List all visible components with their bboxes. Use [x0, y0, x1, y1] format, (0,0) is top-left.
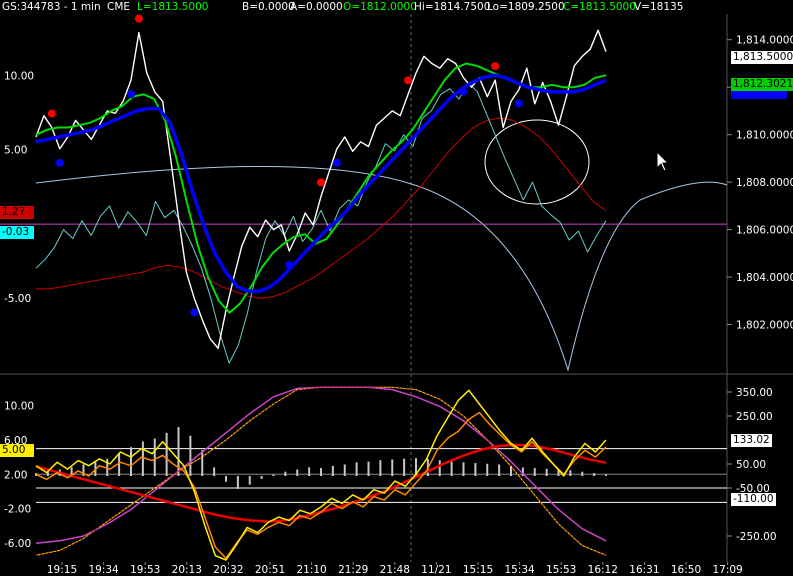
signal-dot-red	[404, 76, 413, 85]
time-tick-label: 11/21	[421, 564, 451, 576]
right-tick-label: 1,806.0000	[736, 225, 793, 237]
last-price-label: L=1813.5000	[137, 1, 209, 13]
volume-label: V=18135	[634, 1, 684, 13]
time-tick-label: 21:10	[296, 564, 326, 576]
lower-left-tick-label: -2.00	[4, 504, 31, 516]
low-label: Lo=1809.2500	[487, 1, 565, 13]
signal-dot-red	[47, 109, 56, 118]
time-tick-label: 15:53	[546, 564, 576, 576]
right-tick-label: 1,814.0000	[736, 35, 793, 47]
signal-dot-blue	[55, 158, 64, 167]
symbol-label: GS:344783 - 1 min	[2, 1, 101, 13]
signal-dot-red	[491, 62, 500, 71]
open-label: O=1812.0000	[343, 1, 417, 13]
lower-right-top-tag: 133.02	[731, 434, 772, 447]
time-tick-label: 19:34	[88, 564, 119, 576]
lower-left-tick-label: 2.00	[4, 469, 27, 481]
lower-right-tick-label: 250.00	[736, 411, 773, 423]
time-tick-label: 17:09	[712, 564, 742, 576]
left-tick-label: 5.00	[4, 145, 27, 157]
signal-dot-blue	[332, 158, 341, 167]
close-label: C=1813.5000	[563, 1, 636, 13]
right-tick-label: 1,802.0000	[736, 320, 793, 332]
left-cyan-tag: -0.03	[0, 226, 34, 239]
signal-dot-red	[134, 14, 143, 23]
time-tick-label: 16:50	[671, 564, 701, 576]
left-tick-label: 10.00	[4, 70, 34, 82]
time-tick-label: 21:48	[380, 564, 410, 576]
lower-right-bottom-tag: -110.00	[731, 493, 776, 506]
lower-right-tick-label: 350.00	[736, 387, 773, 399]
signal-dot-blue	[514, 99, 523, 108]
time-tick-label: 20:32	[213, 564, 243, 576]
time-tick-label: 15:34	[504, 564, 535, 576]
lower-right-tick-label: -250.00	[736, 531, 777, 543]
high-label: Hi=1814.7500	[414, 1, 491, 13]
left-tick-label: -5.00	[4, 293, 31, 305]
time-tick-label: 16:12	[588, 564, 618, 576]
time-tick-label: 19:15	[47, 564, 77, 576]
lower-left-tick-label: -6.00	[4, 538, 31, 550]
exchange-label: CME	[107, 1, 131, 13]
bid-label: B=0.0000	[242, 1, 295, 13]
time-tick-label: 20:51	[255, 564, 285, 576]
time-tick-label: 20:13	[172, 564, 202, 576]
mouse-pointer-icon	[656, 151, 670, 172]
time-tick-label: 21:29	[338, 564, 368, 576]
signal-dot-blue	[285, 260, 294, 269]
last-price-tag: 1,813.5000	[731, 51, 793, 64]
signal-dot-red	[317, 178, 325, 187]
left-red-tag: 1.27	[0, 206, 34, 219]
signal-dot-blue	[459, 87, 468, 96]
ask-label: A=0.0000	[290, 1, 343, 13]
time-tick-label: 15:15	[463, 564, 493, 576]
right-tick-label: 1,808.0000	[736, 177, 793, 189]
lower-right-tick-label: 50.00	[736, 459, 766, 471]
lower-left-tick-label: 10.00	[4, 401, 34, 413]
signal-dot-blue	[127, 90, 135, 99]
lower-left-yellow-tag: 5.00	[0, 444, 34, 457]
time-tick-label: 16:31	[629, 564, 659, 576]
time-tick-label: 19:53	[130, 564, 160, 576]
right-tick-label: 1,804.0000	[736, 272, 793, 284]
right-tick-label: 1,810.0000	[736, 130, 793, 142]
signal-dot-blue	[190, 308, 199, 317]
chart-canvas: 1,814.00001,812.00001,810.00001,808.0000…	[0, 0, 793, 576]
ma-slow-tag	[731, 91, 787, 99]
ma-fast-tag: 1,812.3021	[731, 78, 793, 91]
